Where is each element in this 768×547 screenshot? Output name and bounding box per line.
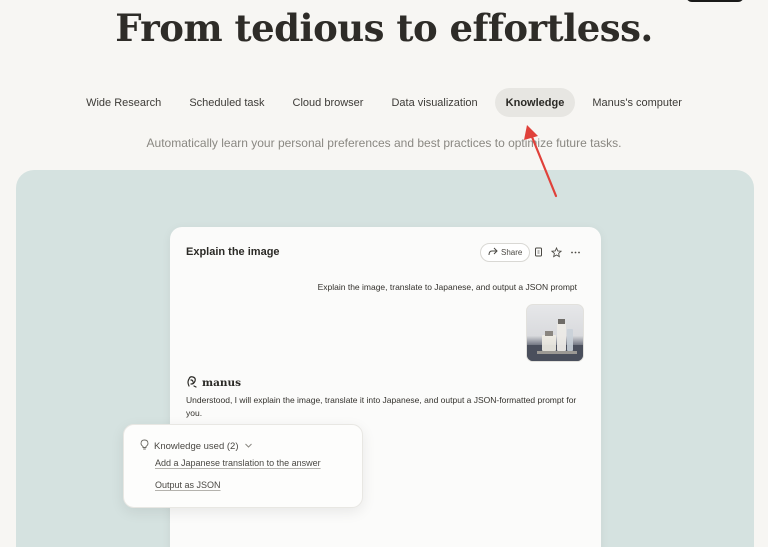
top-button-stub[interactable] xyxy=(686,0,744,2)
knowledge-item-japanese-translation[interactable]: Add a Japanese translation to the answer xyxy=(155,458,321,468)
tab-cloud-browser[interactable]: Cloud browser xyxy=(282,88,375,117)
share-icon xyxy=(488,247,498,258)
copy-icon[interactable] xyxy=(531,245,545,259)
knowledge-item-output-json[interactable]: Output as JSON xyxy=(155,480,221,490)
star-icon[interactable] xyxy=(549,245,563,259)
manus-logo-icon xyxy=(186,375,198,391)
assistant-reply: Understood, I will explain the image, tr… xyxy=(186,395,577,418)
hero-title: From tedious to effortless. xyxy=(115,6,653,50)
annotation-arrow-icon xyxy=(524,125,558,198)
knowledge-header-label: Knowledge used (2) xyxy=(154,440,239,452)
tab-data-visualization[interactable]: Data visualization xyxy=(380,88,488,117)
knowledge-header[interactable]: Knowledge used (2) xyxy=(140,439,253,453)
tab-scheduled-task[interactable]: Scheduled task xyxy=(178,88,275,117)
attached-image-thumbnail[interactable] xyxy=(526,304,584,362)
user-message: Explain the image, translate to Japanese… xyxy=(317,282,577,292)
bulb-icon xyxy=(140,439,149,453)
share-button[interactable]: Share xyxy=(480,243,531,262)
chat-title: Explain the image xyxy=(186,246,280,258)
feature-tabs: Wide Research Scheduled task Cloud brows… xyxy=(0,88,768,117)
chevron-down-icon xyxy=(244,441,253,452)
knowledge-popover: Knowledge used (2) Add a Japanese transl… xyxy=(123,424,363,508)
tab-wide-research[interactable]: Wide Research xyxy=(75,88,172,117)
tab-manus-computer[interactable]: Manus's computer xyxy=(581,88,693,117)
manus-brand-name: manus xyxy=(202,377,242,389)
more-icon[interactable] xyxy=(568,245,582,259)
feature-subtitle: Automatically learn your personal prefer… xyxy=(146,136,622,150)
tab-knowledge[interactable]: Knowledge xyxy=(494,88,576,117)
manus-brand: manus xyxy=(186,375,241,391)
share-label: Share xyxy=(501,248,523,257)
